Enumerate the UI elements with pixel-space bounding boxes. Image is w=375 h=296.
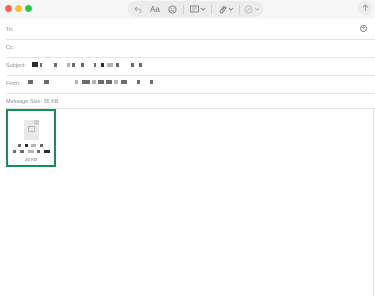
zoom-window-button[interactable] <box>25 5 32 12</box>
attachment-size-label: 25 KB <box>24 157 38 162</box>
subject-field[interactable]: Subject: <box>6 57 375 76</box>
document-icon <box>24 120 39 140</box>
subject-value-redacted <box>32 62 142 67</box>
to-field[interactable]: To: + <box>6 21 375 40</box>
message-size-label: Message Size: 35 KB <box>6 99 59 105</box>
from-label: From: <box>6 81 21 87</box>
to-label: To: <box>6 27 14 33</box>
cc-field[interactable]: Cc: <box>6 39 375 58</box>
window-toolbar: Aa <box>0 0 375 19</box>
divider <box>6 108 375 109</box>
content-edge <box>373 109 374 296</box>
close-window-button[interactable] <box>5 5 12 12</box>
minimize-window-button[interactable] <box>15 5 22 12</box>
add-recipient-icon[interactable]: + <box>360 25 367 32</box>
attachment-tile[interactable]: 25 KB <box>6 109 56 167</box>
send-button[interactable] <box>358 1 372 15</box>
send-icon <box>362 4 368 11</box>
emoji-icon[interactable] <box>165 1 179 17</box>
subject-label: Subject: <box>6 63 26 69</box>
attach-icon[interactable] <box>216 1 236 17</box>
format-button[interactable]: Aa <box>148 1 162 17</box>
photo-browser-icon[interactable] <box>188 1 208 17</box>
from-field[interactable]: From: <box>6 75 375 94</box>
markup-icon[interactable] <box>242 1 262 17</box>
attachment-filename-redacted <box>11 144 55 154</box>
compose-toolbar: Aa <box>128 1 263 17</box>
from-value-redacted <box>28 80 153 84</box>
undo-icon[interactable] <box>131 1 145 17</box>
cc-label: Cc: <box>6 45 15 51</box>
